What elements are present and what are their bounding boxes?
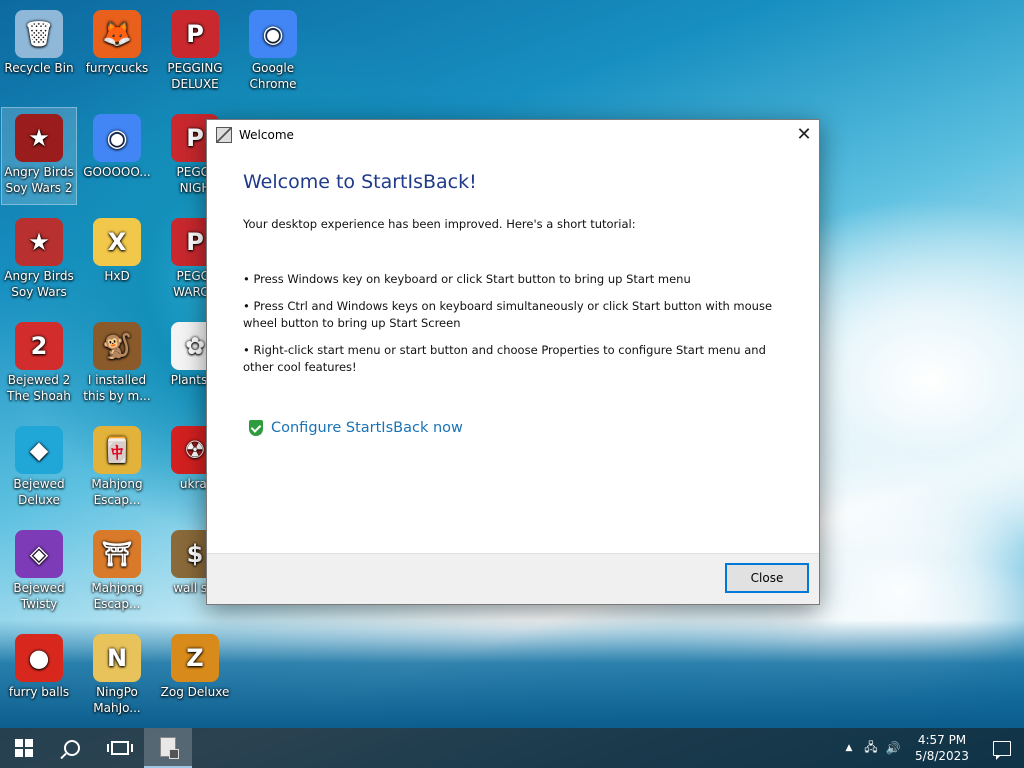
tutorial-bullet: • Press Windows key on keyboard or click… xyxy=(243,272,691,286)
desktop-icon-label: Angry Birds Soy Wars 2 xyxy=(4,165,74,195)
desktop-icon[interactable]: ◈ Bejewed Twisty xyxy=(2,524,76,620)
desktop-icon-label: Mahjong Escap... xyxy=(91,477,143,507)
taskbar: ▲ 🖧 🔊 4:57 PM 5/8/2023 xyxy=(0,728,1024,768)
notification-icon xyxy=(993,740,1011,760)
desktop-icon-label: GOOOOO... xyxy=(83,165,151,179)
clock-date: 5/8/2023 xyxy=(915,749,969,763)
desktop-icon[interactable]: ★ Angry Birds Soy Wars xyxy=(2,212,76,308)
desktop-icon-label: NingPo MahJo... xyxy=(93,685,141,715)
close-icon[interactable]: ✕ xyxy=(789,120,819,149)
desktop-icon-label: Bejewed Twisty xyxy=(13,581,65,611)
desktop-icon-label: furry balls xyxy=(8,685,70,699)
desktop-icon[interactable]: N NingPo MahJo... xyxy=(80,628,154,724)
search-icon xyxy=(64,740,80,756)
desktop-icon-label: furrycucks xyxy=(85,61,149,75)
firefox-icon: 🦊 xyxy=(93,10,141,58)
dialog-content: Welcome to StartIsBack! Your desktop exp… xyxy=(207,149,819,551)
desktop-icon[interactable]: ● furry balls xyxy=(2,628,76,724)
ningpo-icon: N xyxy=(93,634,141,682)
dialog-heading: Welcome to StartIsBack! xyxy=(243,171,477,193)
tutorial-bullet: • Right-click start menu or start button… xyxy=(243,343,766,374)
recycle-bin-icon: 🗑 xyxy=(15,10,63,58)
start-button[interactable] xyxy=(0,728,48,768)
desktop-icon[interactable]: 🐒 I installed this by m... xyxy=(80,316,154,412)
desktop-icon[interactable]: Z Zog Deluxe xyxy=(158,628,232,724)
system-tray: ▲ 🖧 🔊 4:57 PM 5/8/2023 xyxy=(838,728,1024,768)
desktop-icon-label: Angry Birds Soy Wars xyxy=(4,269,74,299)
desktop-icon-label: Zog Deluxe xyxy=(160,685,230,699)
angry-birds-star-wars-icon: ★ xyxy=(15,218,63,266)
tutorial-bullet: • Press Ctrl and Windows keys on keyboar… xyxy=(243,299,773,330)
window-icon xyxy=(216,126,232,143)
desktop-icon[interactable]: ◉ Google Chrome xyxy=(236,4,310,100)
clock-time: 4:57 PM xyxy=(917,733,967,747)
desktop-icon-label: Recycle Bin xyxy=(4,61,74,75)
desktop-icon[interactable]: X HxD xyxy=(80,212,154,308)
desktop-icon-label: HxD xyxy=(104,269,130,283)
desktop-icon[interactable]: 🗑 Recycle Bin xyxy=(2,4,76,100)
search-button[interactable] xyxy=(48,728,96,768)
network-icon[interactable]: 🖧 xyxy=(860,738,882,759)
action-center-button[interactable] xyxy=(980,740,1024,760)
mahjong-gate-icon: ⛩ xyxy=(93,530,141,578)
bejeweled-deluxe-icon: ◆ xyxy=(15,426,63,474)
bejeweled-twist-icon: ◈ xyxy=(15,530,63,578)
volume-icon[interactable]: 🔊 xyxy=(882,741,904,755)
chrome-icon: ◉ xyxy=(93,114,141,162)
desktop-icon-label: Google Chrome xyxy=(249,61,297,91)
desktop-icon-label: Bejewed 2 The Shoah xyxy=(7,373,71,403)
zog-icon: Z xyxy=(171,634,219,682)
configure-link-label[interactable]: Configure StartIsBack now xyxy=(271,420,463,436)
dialog-footer: Close xyxy=(207,553,819,604)
desktop-icon-label: Bejewed Deluxe xyxy=(13,477,65,507)
shield-icon xyxy=(249,420,263,436)
task-view-icon xyxy=(107,741,133,755)
furry-ball-icon: ● xyxy=(15,634,63,682)
dialog-title: Welcome xyxy=(239,127,294,142)
desktop-icon[interactable]: 🀄 Mahjong Escap... xyxy=(80,420,154,516)
desktop-icon[interactable]: 2 Bejewed 2 The Shoah xyxy=(2,316,76,412)
desktop-icon[interactable]: ⛩ Mahjong Escap... xyxy=(80,524,154,620)
desktop-icon-label: I installed this by m... xyxy=(83,373,151,403)
taskbar-app-welcome[interactable] xyxy=(144,728,192,768)
clock[interactable]: 4:57 PM 5/8/2023 xyxy=(904,732,980,764)
desktop-icon[interactable]: 🦊 furrycucks xyxy=(80,4,154,100)
angry-birds-star-wars-icon: ★ xyxy=(15,114,63,162)
configure-link[interactable]: Configure StartIsBack now xyxy=(249,420,783,436)
app-window-icon xyxy=(160,737,179,759)
bejeweled-2-icon: 2 xyxy=(15,322,63,370)
desktop-icon-label: Mahjong Escap... xyxy=(91,581,143,611)
dialog-intro: Your desktop experience has been improve… xyxy=(243,217,636,231)
chevron-up-icon[interactable]: ▲ xyxy=(838,743,860,753)
desktop-icon[interactable]: ◆ Bejewed Deluxe xyxy=(2,420,76,516)
windows-logo-icon xyxy=(15,739,33,757)
chrome-icon: ◉ xyxy=(249,10,297,58)
mahjong-icon: 🀄 xyxy=(93,426,141,474)
welcome-dialog: Welcome ✕ Welcome to StartIsBack! Your d… xyxy=(206,119,820,605)
dialog-titlebar[interactable]: Welcome ✕ xyxy=(207,120,819,149)
desktop-icon[interactable]: P PEGGING DELUXE xyxy=(158,4,232,100)
desktop-icon-label: PEGGING DELUXE xyxy=(167,61,223,91)
monkey-icon: 🐒 xyxy=(93,322,141,370)
desktop-icon[interactable]: ◉ GOOOOO... xyxy=(80,108,154,204)
hxd-icon: X xyxy=(93,218,141,266)
close-button[interactable]: Close xyxy=(725,563,809,593)
pegging-icon: P xyxy=(171,10,219,58)
desktop-icon[interactable]: ★ Angry Birds Soy Wars 2 xyxy=(1,107,77,205)
task-view-button[interactable] xyxy=(96,728,144,768)
